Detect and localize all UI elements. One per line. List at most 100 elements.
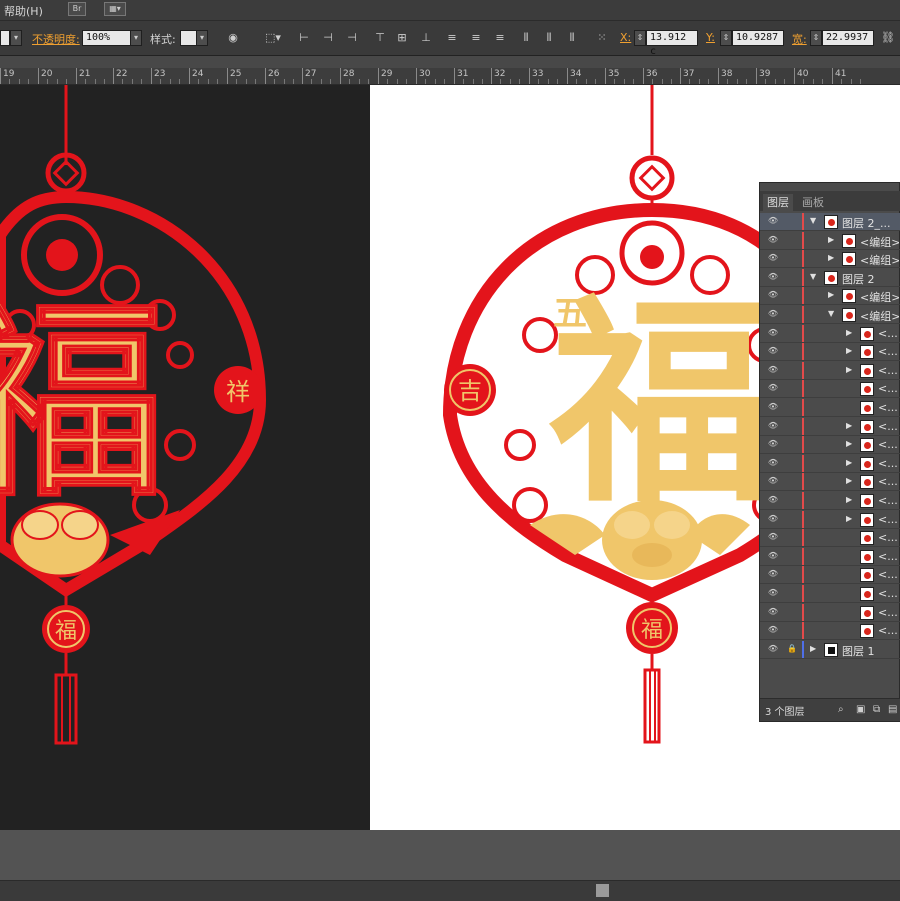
canvas-outline-view[interactable]: 祥 福 福	[0, 85, 370, 830]
x-stepper[interactable]: ⇕	[634, 30, 646, 46]
align-hcenter-icon[interactable]: ⊣	[320, 30, 336, 46]
visibility-eye-icon[interactable]: 👁	[767, 216, 779, 226]
opacity-input[interactable]: 100%	[82, 30, 132, 46]
layer-name[interactable]: <编组>	[860, 252, 899, 268]
layer-name[interactable]: <...	[878, 550, 899, 563]
visibility-eye-icon[interactable]: 👁	[767, 532, 779, 542]
scroll-thumb[interactable]	[596, 884, 609, 897]
horizontal-scrollbar[interactable]	[0, 880, 900, 901]
opacity-dropdown[interactable]: ▾	[130, 30, 142, 46]
align-bottom-icon[interactable]: ⊥	[418, 30, 434, 46]
visibility-eye-icon[interactable]: 👁	[767, 458, 779, 468]
align-to-icon[interactable]: ⬚▾	[262, 30, 284, 46]
expand-toggle-icon[interactable]: ▶	[810, 644, 816, 654]
pasteboard[interactable]	[0, 830, 900, 880]
layer-name[interactable]: <...	[878, 475, 899, 488]
width-stepper[interactable]: ⇕	[810, 30, 822, 46]
expand-toggle-icon[interactable]: ▶	[846, 365, 852, 375]
selected-artwork[interactable]: 祥 福 福	[0, 85, 370, 830]
layer-name[interactable]: <...	[878, 327, 899, 340]
visibility-eye-icon[interactable]: 👁	[767, 421, 779, 431]
distribute-vcenter-icon[interactable]: ≡	[468, 30, 484, 46]
sublayer-row[interactable]: 👁 <...	[760, 622, 900, 641]
distribute-top-icon[interactable]: ≡	[444, 30, 460, 46]
expand-toggle-icon[interactable]: ▶	[846, 476, 852, 486]
layer-name[interactable]: <...	[878, 438, 899, 451]
expand-toggle-icon[interactable]: ▶	[846, 495, 852, 505]
visibility-eye-icon[interactable]: 👁	[767, 588, 779, 598]
expand-toggle-icon[interactable]: ▶	[828, 235, 834, 245]
visibility-eye-icon[interactable]: 👁	[767, 383, 779, 393]
layer-name[interactable]: <...	[878, 401, 899, 414]
sublayer-row[interactable]: 👁 ▶ <编组>	[760, 287, 900, 306]
visibility-eye-icon[interactable]: 👁	[767, 328, 779, 338]
expand-toggle-icon[interactable]: ▶	[846, 514, 852, 524]
stroke-swatch[interactable]	[0, 30, 10, 46]
sublayer-row[interactable]: 👁 ▶ <...	[760, 473, 900, 492]
stroke-dropdown[interactable]: ▾	[10, 30, 22, 46]
visibility-eye-icon[interactable]: 👁	[767, 495, 779, 505]
bridge-button[interactable]: Br	[68, 2, 86, 16]
visibility-eye-icon[interactable]: 👁	[767, 625, 779, 635]
layer-name[interactable]: 图层 2	[842, 271, 899, 287]
sublayer-row[interactable]: 👁 <...	[760, 603, 900, 622]
lock-icon[interactable]: 🔒	[787, 644, 797, 654]
sublayer-row[interactable]: 👁 <...	[760, 585, 900, 603]
visibility-eye-icon[interactable]: 👁	[767, 476, 779, 486]
visibility-eye-icon[interactable]: 👁	[767, 235, 779, 245]
arrange-documents-icon[interactable]: ▦▾	[104, 2, 126, 16]
expand-toggle-icon[interactable]: ▼	[810, 272, 816, 282]
y-label[interactable]: Y:	[706, 31, 715, 44]
tab-artboards[interactable]: 画板	[798, 194, 828, 210]
sublayer-row[interactable]: 👁 ▶ <...	[760, 510, 900, 529]
layer-row[interactable]: 👁 ▼ 图层 2_...	[760, 213, 900, 231]
sublayer-row[interactable]: 👁 ▶ <...	[760, 454, 900, 473]
x-input[interactable]: 13.912 c	[646, 30, 698, 57]
layer-name[interactable]: 图层 1	[842, 643, 899, 659]
visibility-eye-icon[interactable]: 👁	[767, 644, 779, 654]
sublayer-row[interactable]: 👁 <...	[760, 380, 900, 399]
sublayer-row[interactable]: 👁 ▶ <...	[760, 324, 900, 343]
expand-toggle-icon[interactable]: ▼	[810, 216, 816, 226]
sublayer-row[interactable]: 👁 ▶ <...	[760, 436, 900, 455]
sublayer-row[interactable]: 👁 <...	[760, 566, 900, 585]
menu-help[interactable]: 帮助(H)	[4, 3, 43, 19]
expand-toggle-icon[interactable]: ▶	[846, 458, 852, 468]
expand-toggle-icon[interactable]: ▶	[846, 421, 852, 431]
sublayer-row[interactable]: 👁 ▶ <...	[760, 417, 900, 436]
expand-toggle-icon[interactable]: ▶	[828, 290, 834, 300]
visibility-eye-icon[interactable]: 👁	[767, 439, 779, 449]
distribute-bottom-icon[interactable]: ≡	[492, 30, 508, 46]
visibility-eye-icon[interactable]: 👁	[767, 309, 779, 319]
align-top-icon[interactable]: ⊤	[372, 30, 388, 46]
layer-name[interactable]: <...	[878, 420, 899, 433]
distribute-hcenter-icon[interactable]: ⫴	[541, 30, 557, 46]
layer-name[interactable]: <编组>	[860, 308, 899, 324]
tab-layers[interactable]: 图层	[763, 194, 793, 211]
visibility-eye-icon[interactable]: 👁	[767, 290, 779, 300]
width-input[interactable]: 22.9937	[822, 30, 874, 46]
layer-name[interactable]: <...	[878, 531, 899, 544]
expand-toggle-icon[interactable]: ▶	[846, 439, 852, 449]
sublayer-row[interactable]: 👁 <...	[760, 399, 900, 417]
layer-name[interactable]: <...	[878, 587, 899, 600]
layer-name[interactable]: <编组>	[860, 234, 899, 250]
distribute-right-icon[interactable]: ⫴	[564, 30, 580, 46]
visibility-eye-icon[interactable]: 👁	[767, 551, 779, 561]
new-layer-icon[interactable]: ▤	[888, 704, 900, 715]
distribute-left-icon[interactable]: ⫴	[518, 30, 534, 46]
visibility-eye-icon[interactable]: 👁	[767, 272, 779, 282]
visibility-eye-icon[interactable]: 👁	[767, 569, 779, 579]
align-left-icon[interactable]: ⊢	[296, 30, 312, 46]
recolor-icon[interactable]: ◉	[225, 30, 241, 46]
layer-row[interactable]: 👁 🔒 ▶ 图层 1	[760, 640, 900, 659]
layer-name[interactable]: <...	[878, 494, 899, 507]
sublayer-row[interactable]: 👁 <...	[760, 547, 900, 566]
sublayer-row[interactable]: 👁 ▶ <...	[760, 343, 900, 362]
sublayer-row[interactable]: 👁 ▶ <编组>	[760, 250, 900, 269]
layer-name[interactable]: <...	[878, 513, 899, 526]
layer-name[interactable]: <...	[878, 364, 899, 377]
layer-name[interactable]: <编组>	[860, 289, 899, 305]
link-proportions-icon[interactable]: ⛓	[880, 30, 896, 46]
layer-name[interactable]: <...	[878, 457, 899, 470]
